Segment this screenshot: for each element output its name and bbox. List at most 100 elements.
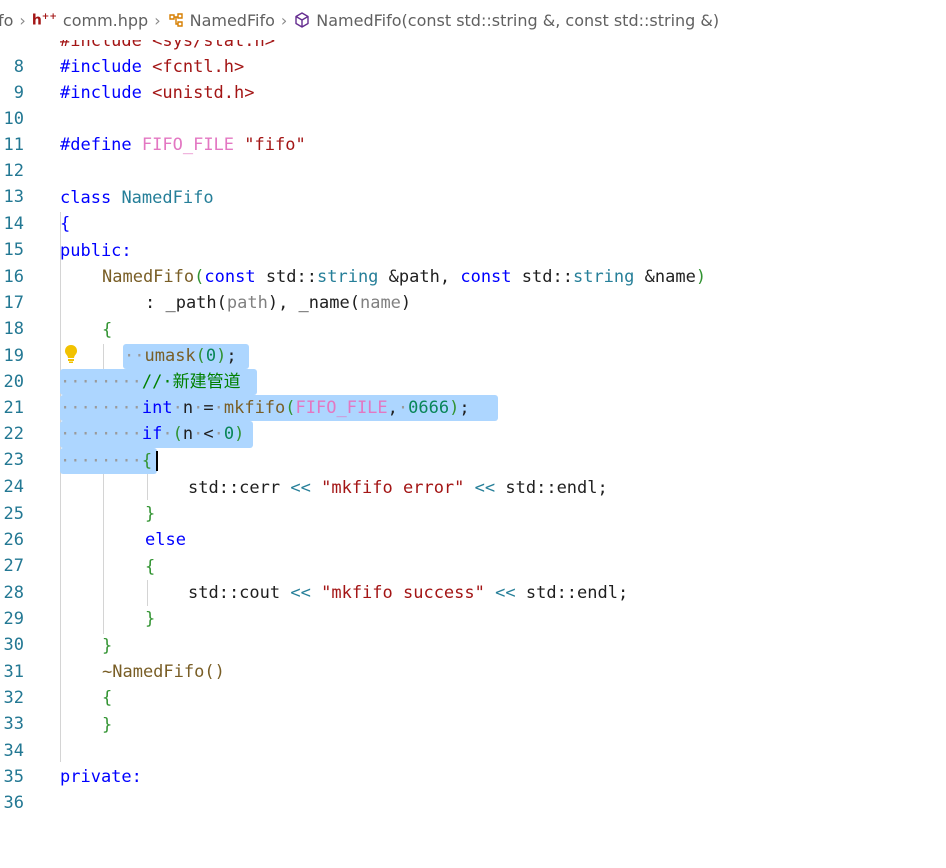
function-call: mkfifo [223,398,286,418]
preprocessor-keyword: #include [60,57,142,77]
init-list-path: : _path( [145,293,227,313]
breadcrumb-folder[interactable]: fo [0,11,13,30]
code-line: 27 else [0,527,946,576]
include-header: <fcntl.h> [152,57,245,77]
macro-name: FIFO_FILE [295,398,388,418]
code-line: 22 ········int·n·=·mkfifo(FIFO_FILE,·066… [0,395,946,444]
else-keyword: else [145,530,186,550]
number-literal: 0666 [408,398,450,418]
brace: { [102,688,113,708]
paren: ) [400,293,412,313]
init-arg: path [226,293,268,313]
brace: { [60,214,71,234]
breadcrumb-class-label: NamedFifo [189,10,275,30]
code-line: 36 private: [0,764,946,813]
type-name: string [572,267,635,287]
code-line: 18 : _path(path), _name(name) [0,290,946,339]
line-number: 36 [3,793,24,813]
code-line: 13 [0,158,946,207]
code-line: 32 ~NamedFifo() [0,659,946,708]
const-keyword: const [460,267,512,287]
std-namespace: std:: [521,267,573,287]
class-icon [168,13,183,27]
code-line: 19 { [0,317,946,366]
chevron-right-icon: › [19,10,26,30]
stream-object: std::cerr [188,478,281,498]
breadcrumb-member[interactable]: NamedFifo(const std::string &, const std… [293,11,719,30]
variable: n [182,424,194,444]
code-editor[interactable]: 8 #include <sys/stat.h> 9 #include <fcnt… [0,0,946,813]
text-cursor [156,451,158,471]
define-keyword: #define [60,135,132,155]
code-line: 33 { [0,685,946,734]
code-line: 30 } [0,606,946,655]
std-namespace: std:: [265,267,317,287]
breadcrumb-file[interactable]: h++ comm.hpp [32,11,148,30]
brace: { [102,320,113,340]
init-arg: name [359,293,401,313]
brace: } [102,636,113,656]
string-literal: "mkfifo error" [321,478,465,498]
code-line: 31 } [0,633,946,682]
variable: n [182,398,194,418]
code-line: 26 } [0,501,946,550]
code-line: 34 } [0,712,946,761]
code-line: 29 std::cout << "mkfifo success" << std:… [0,580,946,629]
string-literal: "mkfifo success" [321,583,485,603]
code-line: 35 [0,738,946,787]
chevron-right-icon: › [154,10,161,30]
code-line: 20 ··umask(0); [0,343,946,392]
stream-endl: std::endl; [505,478,608,498]
include-header: <unistd.h> [152,83,255,103]
destructor-name: ~NamedFifo() [102,662,225,682]
preprocessor-keyword: #include [60,83,142,103]
code-line: 10 #include <unistd.h> [0,80,946,129]
param-path: &path [388,267,440,287]
const-keyword: const [204,267,256,287]
code-line: 9 #include <fcntl.h> [0,54,946,103]
code-line: 16 public: [0,238,946,287]
macro-value: "fifo" [244,135,306,155]
param-name: &name [644,267,696,287]
breadcrumb-member-label: NamedFifo(const std::string &, const std… [316,10,720,30]
chevron-right-icon: › [280,10,288,30]
operator: << [290,583,311,603]
code-line: 28 { [0,554,946,603]
if-keyword: if [141,424,163,444]
code-line: 24 ········{ [0,448,946,497]
breadcrumb-class[interactable]: NamedFifo [167,11,275,30]
stream-endl: std::endl; [525,583,629,603]
code-line: 25 std::cerr << "mkfifo error" << std::e… [0,475,946,524]
code-line: 21 ········//·新建管道 [0,369,946,418]
code-line: 17 NamedFifo(const std::string &path, co… [0,264,946,313]
stream-object: std::cout [188,583,281,603]
operator: << [290,478,311,498]
init-list-name: ), _name( [267,293,360,313]
class-name: NamedFifo [121,188,214,208]
brace: } [145,609,156,629]
breadcrumb: fo › h++ comm.hpp › NamedFifo › NamedFif… [0,0,946,40]
code-line: 15 { [0,211,946,260]
breadcrumb-file-label: comm.hpp [62,10,149,30]
class-keyword: class [60,188,112,208]
function-call: umask [144,346,196,366]
brace: } [102,715,113,735]
access-specifier: public: [60,241,132,261]
operator: << [474,478,496,498]
type-keyword: int [141,398,173,418]
number-literal: 0 [223,424,235,444]
header-file-icon: h++ [31,11,57,29]
macro-name: FIFO_FILE [141,135,235,155]
operator: << [495,583,516,603]
type-name: string [317,267,379,287]
code-line: 12 #define FIFO_FILE "fifo" [0,132,946,181]
constructor-name: NamedFifo [102,267,195,287]
method-icon [295,12,309,28]
brace: { [145,557,156,577]
brace: } [145,504,156,524]
brace: { [141,451,153,471]
code-comment: //·新建管道 [141,372,241,392]
access-specifier: private: [60,767,142,787]
code-line: 11 [0,106,946,155]
number-literal: 0 [205,346,217,366]
